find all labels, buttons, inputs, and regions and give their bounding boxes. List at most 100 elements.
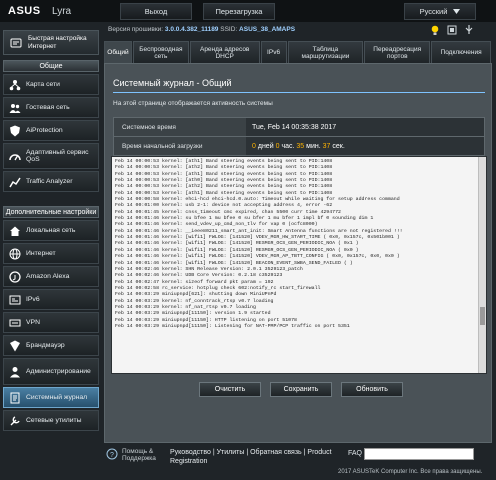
status-icons: [430, 24, 474, 36]
sidebar-item-guest-network[interactable]: Гостевая сеть: [3, 97, 99, 118]
top-bar: ASUS Lyra Выход Перезагрузка Русский: [0, 0, 496, 22]
tools-icon: [9, 415, 21, 427]
user-icon: [9, 366, 21, 378]
sidebar-item-label: Адаптивный сервис QoS: [26, 149, 89, 163]
title-divider: [113, 92, 485, 93]
log-actions: Очистить Сохранить Обновить: [199, 382, 403, 397]
save-button[interactable]: Сохранить: [270, 382, 332, 397]
globe-icon: [9, 248, 21, 260]
sidebar-item-label: Карта сети: [26, 81, 60, 88]
system-log-panel: Системный журнал - Общий На этой страниц…: [104, 63, 492, 443]
log-content: Feb 14 00:00:53 kernel: [ath1] Band stee…: [115, 159, 403, 329]
tab-port-forwarding[interactable]: Переадресация портов: [364, 41, 431, 63]
tab-connections[interactable]: Подключения: [431, 41, 491, 63]
router-admin-page: ASUS Lyra Выход Перезагрузка Русский Вер…: [0, 0, 496, 480]
sidebar-item-system-log[interactable]: Системный журнал: [3, 387, 99, 408]
system-time-label: Системное время: [114, 118, 246, 136]
sidebar-item-label: Интернет: [26, 250, 56, 257]
log-icon: [9, 392, 21, 404]
tab-general[interactable]: Общий: [104, 41, 132, 63]
ssid-value: ASUS_38_AMAPS: [239, 26, 296, 33]
sidebar-item-network-map[interactable]: Карта сети: [3, 74, 99, 95]
usb-icon[interactable]: [464, 24, 474, 36]
sidebar-item-label: Гостевая сеть: [26, 104, 70, 111]
log-scrollbar[interactable]: [478, 157, 486, 373]
tab-dhcp-leases[interactable]: Аренда адресов DHCP: [189, 41, 260, 63]
product-name: Lyra: [52, 6, 72, 17]
sidebar-item-ipv6[interactable]: IPv6: [3, 289, 99, 310]
sidebar-item-firewall[interactable]: Брандмауэр: [3, 335, 99, 356]
sidebar-item-label: VPN: [26, 319, 40, 326]
tab-routing-table[interactable]: Таблица маршрутизации: [287, 41, 364, 63]
uptime-row: Время начальной загрузки 0 дней 0 час. 3…: [113, 136, 485, 156]
page-title: Системный журнал - Общий: [113, 78, 232, 88]
sidebar-item-traffic-analyzer[interactable]: Traffic Analyzer: [3, 171, 99, 192]
wand-icon: [10, 37, 22, 49]
faq-search-input[interactable]: [364, 448, 474, 460]
help-icon: ?: [106, 448, 118, 460]
sidebar-item-label: Amazon Alexa: [26, 273, 70, 280]
firewall-icon: [9, 340, 21, 352]
page-description: На этой странице отображается активность…: [113, 100, 273, 107]
system-time-row: Системное время Tue, Feb 14 00:35:38 201…: [113, 117, 485, 137]
copyright: 2017 ASUSTeK Computer Inc. Все права защ…: [338, 469, 483, 475]
system-time-value: Tue, Feb 14 00:35:38 2017: [246, 118, 484, 136]
sidebar-item-administration[interactable]: Админис­три­рование: [3, 358, 99, 385]
shield-icon: [9, 125, 21, 137]
reboot-button[interactable]: Перезагрузка: [203, 3, 275, 20]
asus-logo: ASUS: [8, 5, 41, 17]
sidebar-item-vpn[interactable]: VPN: [3, 312, 99, 333]
main-content: Общий Беспроводная сеть Аренда адресов D…: [104, 41, 492, 443]
tab-bar: Общий Беспроводная сеть Аренда адресов D…: [104, 41, 492, 63]
ipv6-icon: [9, 294, 21, 306]
refresh-button[interactable]: Обновить: [341, 382, 403, 397]
alexa-icon: [9, 270, 21, 283]
sidebar-item-aiprotection[interactable]: AiProtection: [3, 120, 99, 141]
uptime-value: 0 дней 0 час. 35 мин. 37 сек.: [246, 137, 484, 155]
sidebar-item-amazon-alexa[interactable]: Amazon Alexa: [3, 266, 99, 287]
bulb-icon[interactable]: [430, 24, 440, 36]
uptime-label: Время начальной загрузки: [114, 137, 246, 155]
network-map-icon: [9, 79, 21, 91]
svg-text:?: ?: [110, 452, 114, 459]
sidebar-item-qos[interactable]: Адаптивный сервис QoS: [3, 143, 99, 169]
tab-wireless[interactable]: Беспроводная сеть: [132, 41, 189, 63]
sidebar-item-wan[interactable]: Интернет: [3, 243, 99, 264]
firmware-info: Версия прошивки: 3.0.0.4.382_11189 SSID:…: [108, 26, 296, 33]
sidebar-item-label: Быстрая настройка Интернет: [28, 34, 87, 50]
sidebar-item-label: Админис­три­рование: [26, 368, 91, 375]
vpn-icon: [9, 317, 21, 329]
sidebar-item-label: Системный журнал: [26, 394, 88, 401]
chevron-down-icon: [453, 7, 461, 16]
home-icon: [9, 225, 21, 237]
help-label: Помощь & Поддержка: [122, 448, 156, 462]
sidebar-item-label: Брандмауэр: [26, 342, 65, 349]
language-value: Русский: [419, 7, 448, 16]
footer: ? Помощь & Поддержка Руководство | Утили…: [104, 446, 496, 480]
qos-icon: [9, 150, 21, 162]
firmware-version: 3.0.0.4.382_11189: [164, 26, 219, 33]
language-select[interactable]: Русский: [404, 3, 476, 20]
sidebar-section-general: Общие: [3, 60, 99, 72]
sidebar-item-quick-setup[interactable]: Быстрая настройка Интернет: [3, 30, 99, 55]
sidebar-item-label: IPv6: [26, 296, 40, 303]
traffic-analyzer-icon: [9, 176, 21, 188]
help-support[interactable]: ? Помощь & Поддержка: [106, 448, 166, 462]
scrollbar-thumb[interactable]: [480, 307, 485, 325]
guest-network-icon: [9, 102, 21, 114]
sidebar: Быстрая настройка Интернет Общие Карта с…: [0, 24, 104, 444]
sidebar-item-lan[interactable]: Локальная сеть: [3, 220, 99, 241]
sidebar-item-label: Сетевые утилиты: [26, 417, 82, 424]
sidebar-item-label: AiProtection: [26, 127, 63, 134]
sidebar-item-label: Локальная сеть: [26, 227, 76, 234]
tab-ipv6[interactable]: IPv6: [260, 41, 287, 63]
sidebar-section-advanced: Дополнительные настройки: [3, 206, 99, 218]
sidebar-item-network-tools[interactable]: Сетевые утилиты: [3, 410, 99, 431]
clear-button[interactable]: Очистить: [199, 382, 261, 397]
logout-button[interactable]: Выход: [120, 3, 192, 20]
footer-links[interactable]: Руководство | Утилиты | Обратная связь |…: [170, 448, 342, 466]
sidebar-item-label: Traffic Analyzer: [26, 178, 73, 185]
system-log-textarea[interactable]: Feb 14 00:00:53 kernel: [ath1] Band stee…: [111, 156, 487, 374]
faq-label: FAQ: [348, 450, 363, 457]
wan-status-icon[interactable]: [447, 24, 457, 36]
